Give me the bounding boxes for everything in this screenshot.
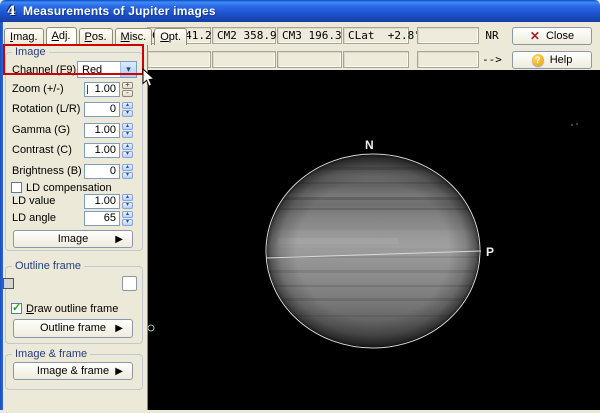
spin-up-icon[interactable]: ▴ [122,211,133,218]
draw-outline-frame-checkbox[interactable]: ✓ [11,303,22,314]
gamma-label: Gamma (G) [12,124,70,136]
rotation-input[interactable]: 0 [84,102,120,117]
cm1-readout-2 [147,51,211,68]
color-swatch-selected[interactable] [122,276,137,291]
ld-value-label: LD value [12,195,55,207]
close-button[interactable]: ✕ Close [512,27,592,45]
ld-angle-label: LD angle [12,212,56,224]
spin-down-icon[interactable]: ▾ [122,151,133,158]
brightness-input[interactable]: 0 [84,164,120,179]
cm3-readout: CM3 196.3° [277,27,342,44]
zoom-label: Zoom (+/-) [12,83,64,95]
jupiter-image: N P [148,70,600,410]
preceding-label: P [486,245,494,259]
tab-imag[interactable]: Imag. [4,28,44,45]
ld-angle-input[interactable]: 65 [84,211,120,226]
ld-angle-stepper: ▴ ▾ [122,211,133,226]
contrast-stepper: ▴ ▾ [122,143,133,158]
zoom-stepper: + - [122,82,133,97]
adjustments-panel: Image Channel (F9) Red ▾ Zoom (+/-) 1.00… [3,44,148,410]
clat-readout: CLat +2.8° [343,27,409,44]
draw-outline-frame-label: Draw outline frame [26,303,118,315]
mouse-cursor [142,68,156,88]
play-arrow-icon: ▶ [115,365,123,378]
spin-plus-icon[interactable]: + [122,82,133,89]
image-button-label: Image [58,233,89,245]
spin-minus-icon[interactable]: - [122,90,133,97]
contrast-input[interactable]: 1.00 [84,143,120,158]
gamma-input[interactable]: 1.00 [84,123,120,138]
close-button-label: Close [546,30,574,42]
rotation-stepper: ▴ ▾ [122,102,133,117]
title-bar[interactable]: 4 Measurements of Jupiter images [0,0,600,22]
help-question-icon: ? [532,54,544,66]
app-icon: 4 [4,4,19,19]
close-x-icon: ✕ [530,30,540,42]
ld-value-input[interactable]: 1.00 [84,194,120,209]
spin-down-icon[interactable]: ▾ [122,219,133,226]
tab-misc[interactable]: Misc. [115,28,153,45]
spin-down-icon[interactable]: ▾ [122,172,133,179]
brightness-stepper: ▴ ▾ [122,164,133,179]
spin-up-icon[interactable]: ▴ [122,102,133,109]
spin-up-icon[interactable]: ▴ [122,164,133,171]
ld-compensation-checkbox[interactable] [11,182,22,193]
tab-strip: Imag. Adj. Pos. Misc. Opt. [4,28,187,45]
measurements-window: 4 Measurements of Jupiter images Imag. A… [0,0,600,410]
contrast-label: Contrast (C) [12,144,72,156]
jupiter-image-canvas[interactable]: N P [148,70,600,410]
rotation-label: Rotation (L/R) [12,103,80,115]
outline-frame-group-title: Outline frame [12,260,84,272]
help-button-label: Help [550,54,573,66]
extra-readout [417,27,479,44]
help-button[interactable]: ? Help [512,51,592,69]
gamma-stepper: ▴ ▾ [122,123,133,138]
tab-opt[interactable]: Opt. [154,28,187,45]
color-swatch[interactable] [3,278,14,289]
text-caret [87,85,88,94]
ld-compensation-label: LD compensation [26,182,112,194]
spin-up-icon[interactable]: ▴ [122,143,133,150]
spin-up-icon[interactable]: ▴ [122,123,133,130]
checkmark-icon: ✓ [12,301,21,314]
tab-pos[interactable]: Pos. [79,28,113,45]
zoom-input[interactable]: 1.00 [84,82,120,97]
brightness-label: Brightness (B) [12,165,82,177]
spin-down-icon[interactable]: ▾ [122,202,133,209]
play-arrow-icon: ▶ [115,322,123,335]
outline-frame-button-label: Outline frame [40,322,106,334]
nr-label: NR [476,27,508,44]
highlight-annotation [3,44,144,75]
window-title: Measurements of Jupiter images [23,4,216,18]
cm2-readout-2 [212,51,276,68]
spin-down-icon[interactable]: ▾ [122,110,133,117]
image-button[interactable]: Image ▶ [13,230,133,248]
cm2-readout: CM2 358.9° [212,27,276,44]
north-label: N [365,138,374,152]
arrow-label: --> [476,51,508,68]
cm3-readout-2 [277,51,342,68]
play-arrow-icon: ▶ [115,233,123,246]
image-frame-button-label: Image & frame [37,365,109,377]
image-frame-button[interactable]: Image & frame ▶ [13,362,133,380]
ld-value-stepper: ▴ ▾ [122,194,133,209]
spin-up-icon[interactable]: ▴ [122,194,133,201]
clat-readout-2 [343,51,409,68]
extra-readout-2 [417,51,479,68]
outline-frame-button[interactable]: Outline frame ▶ [13,319,133,338]
image-frame-group-title: Image & frame [12,348,90,360]
spin-down-icon[interactable]: ▾ [122,131,133,138]
